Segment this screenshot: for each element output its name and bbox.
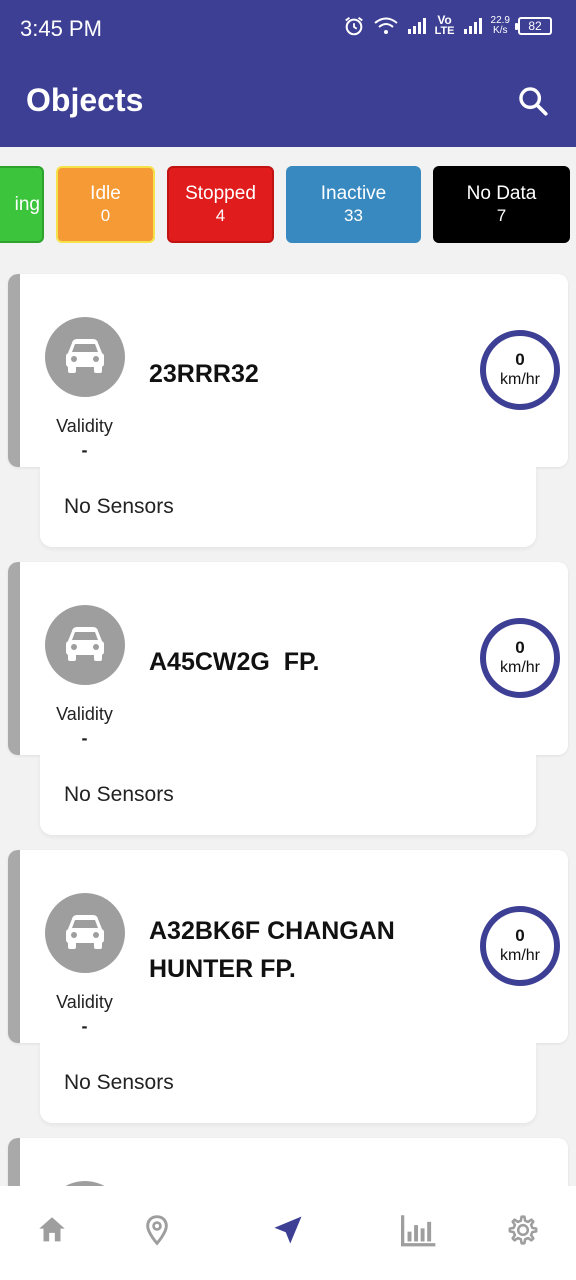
nav-reports-button[interactable]	[397, 1208, 441, 1252]
filter-no-data-chip[interactable]: No Data 7	[433, 166, 570, 243]
filter-stopped-chip[interactable]: Stopped 4	[167, 166, 274, 243]
object-name-line-2: HUNTER FP.	[149, 955, 296, 983]
validity-value: -	[81, 440, 88, 460]
speed-gauge: 0 km/hr	[480, 906, 560, 986]
sensors-panel: No Sensors	[40, 467, 536, 547]
filter-inactive-chip[interactable]: Inactive 33	[286, 166, 421, 243]
volte-label: Vo LTE	[434, 13, 455, 37]
nav-home-button[interactable]	[30, 1208, 74, 1252]
car-icon	[66, 339, 104, 373]
speed-value: 0	[515, 926, 525, 945]
object-name: 23RRR32	[149, 360, 259, 388]
home-icon	[39, 1217, 65, 1242]
bar-chart-icon	[401, 1215, 436, 1247]
vehicle-avatar	[45, 605, 125, 685]
validity-label: Validity	[56, 704, 113, 724]
speed-gauge: 0 km/hr	[480, 330, 560, 410]
bottom-navigation	[0, 1186, 576, 1280]
status-color-bar	[8, 562, 20, 755]
speed-value: 0	[515, 350, 525, 369]
validity-value: -	[81, 728, 88, 748]
validity-label: Validity	[56, 416, 113, 436]
vehicle-avatar	[45, 317, 125, 397]
speed-unit: km/hr	[500, 371, 540, 388]
speed-gauge: 0 km/hr	[480, 618, 560, 698]
alarm-icon	[344, 16, 363, 35]
search-icon	[519, 87, 548, 116]
signal-icon-2	[463, 17, 482, 34]
sensors-panel: No Sensors	[40, 755, 536, 835]
status-color-bar	[8, 274, 20, 467]
nav-settings-button[interactable]	[501, 1208, 545, 1252]
speed-value: 0	[515, 638, 525, 657]
object-name-line-1: A32BK6F CHANGAN	[149, 917, 395, 945]
nav-objects-button[interactable]	[266, 1208, 310, 1252]
filter-moving-chip[interactable]: ing	[0, 166, 44, 243]
status-color-bar	[8, 850, 20, 1043]
speed-unit: km/hr	[500, 947, 540, 964]
object-name: A45CW2G FP.	[149, 648, 320, 676]
car-icon	[66, 627, 104, 661]
status-filter-row: ing Idle 0 Stopped 4 Inactive 33 No Data 7	[0, 166, 576, 244]
search-button[interactable]	[516, 84, 556, 124]
car-icon	[66, 915, 104, 949]
object-card[interactable]: Validity - A45CW2G FP. 0 km/hr	[8, 562, 568, 755]
validity-label: Validity	[56, 992, 113, 1012]
object-name: A32BK6F CHANGAN HUNTER FP.	[149, 912, 469, 988]
sensors-text: No Sensors	[64, 783, 174, 806]
navigation-arrow-icon	[274, 1216, 302, 1244]
speed-unit: km/hr	[500, 659, 540, 676]
page-title: Objects	[26, 82, 144, 118]
filter-idle-chip[interactable]: Idle 0	[56, 166, 155, 243]
sensors-panel: No Sensors	[40, 1043, 536, 1123]
sensors-text: No Sensors	[64, 1071, 174, 1094]
signal-icon	[407, 17, 426, 34]
wifi-icon	[373, 17, 398, 34]
vehicle-avatar	[45, 893, 125, 973]
net-speed: 22.9 K/s	[490, 14, 510, 36]
sensors-text: No Sensors	[64, 495, 174, 518]
object-card[interactable]: Validity - 23RRR32 0 km/hr	[8, 274, 568, 467]
location-pin-icon	[146, 1215, 168, 1246]
validity-value: -	[81, 1016, 88, 1036]
status-time: 3:45 PM	[20, 16, 102, 41]
gear-icon	[508, 1215, 538, 1245]
status-bar: 3:45 PM Vo LTE 22.9 K/s 82	[0, 0, 576, 60]
nav-map-button[interactable]	[135, 1208, 179, 1252]
app-bar: 3:45 PM Vo LTE 22.9 K/s 82 Objects	[0, 0, 576, 147]
battery-indicator: 82	[515, 16, 552, 35]
status-icons: Vo LTE 22.9 K/s 82	[343, 14, 552, 37]
object-card[interactable]: Validity - A32BK6F CHANGAN HUNTER FP. 0 …	[8, 850, 568, 1043]
